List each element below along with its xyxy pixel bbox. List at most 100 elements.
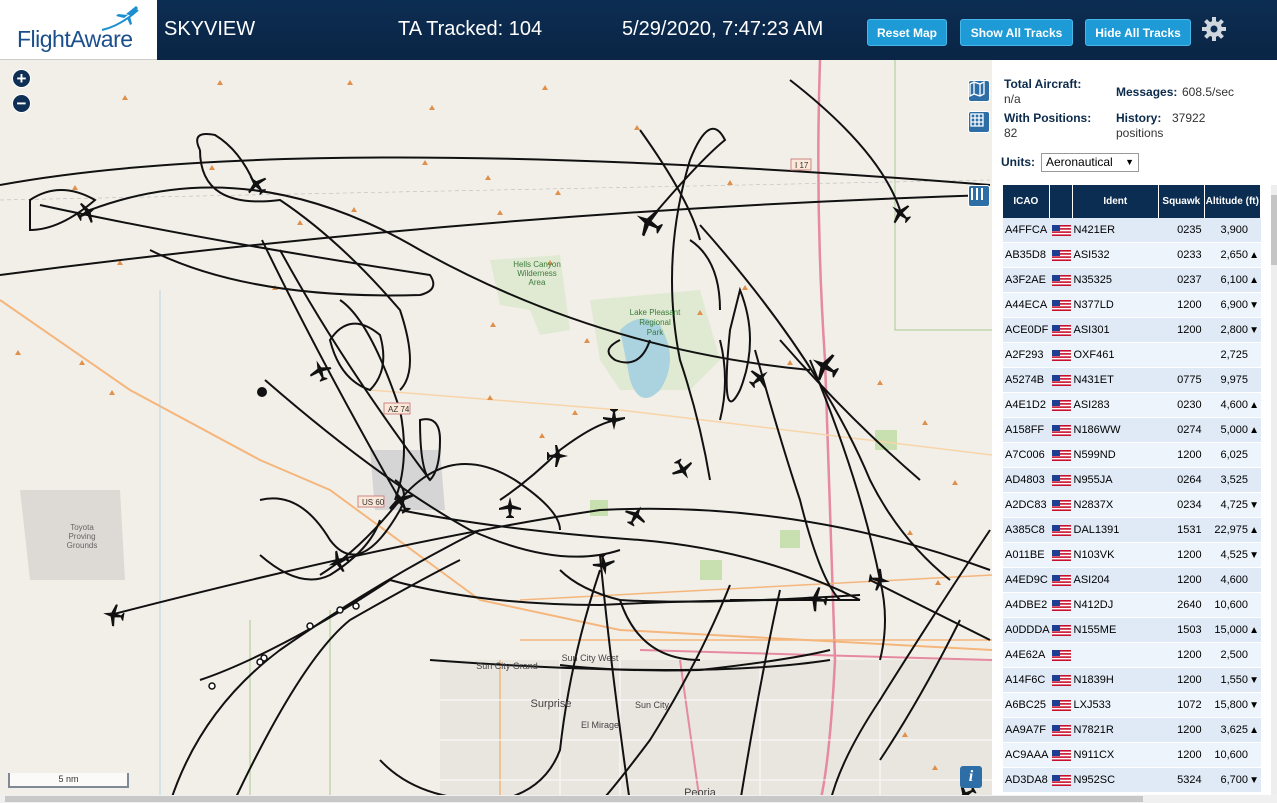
label-az74: AZ 74 [388,405,410,414]
altitude-value: 5,000 [1220,424,1248,436]
panel-scrollbar-thumb[interactable] [1271,195,1277,265]
cell-flag [1049,343,1073,368]
cell-icao: AA9A7F [1003,718,1050,743]
table-row[interactable]: A3F2AE N35325 0237 6,100▲ [1003,268,1261,293]
cell-flag [1049,243,1073,268]
page-horizontal-scrollbar-thumb[interactable] [5,796,1143,802]
cell-squawk: 1200 [1159,743,1205,768]
us-flag-icon [1051,774,1071,786]
page-horizontal-scrollbar[interactable] [0,795,1277,803]
chevron-down-icon: ▼ [1125,157,1134,167]
cell-icao: A2DC83 [1003,493,1050,518]
panel-scrollbar[interactable] [1271,185,1277,803]
cell-icao: A011BE [1003,543,1050,568]
cell-altitude: 3,900 [1204,218,1261,243]
cell-altitude: 4,600 [1204,568,1261,593]
map-view[interactable]: Hells Canyon Wilderness Area Lake Pleasa… [0,60,992,803]
cell-squawk: 1503 [1159,618,1205,643]
us-flag-icon [1051,449,1071,461]
history-label: History: [1116,111,1162,125]
cell-altitude: 6,100▲ [1204,268,1261,293]
cell-ident: N377LD [1072,293,1160,318]
table-row[interactable]: A4ED9C ASI204 1200 4,600 [1003,568,1261,593]
table-row[interactable]: A2F293 OXF461 2,725 [1003,343,1261,368]
us-flag-icon [1051,424,1071,436]
cell-altitude: 3,525 [1204,468,1261,493]
table-row[interactable]: A4E1D2 ASI283 0230 4,600▲ [1003,393,1261,418]
table-row[interactable]: AA9A7F N7821R 1200 3,625▲ [1003,718,1261,743]
cell-flag [1049,268,1073,293]
table-row[interactable]: A6BC25 LXJ533 1072 15,800▼ [1003,693,1261,718]
label-regional: Regional [639,318,671,327]
altitude-trend-icon: ▲ [1249,625,1259,636]
table-row[interactable]: A4E62A 1200 2,500 [1003,643,1261,668]
table-row[interactable]: AC9AAA N911CX 1200 10,600 [1003,743,1261,768]
us-flag-icon [1051,399,1071,411]
label-el-mirage: El Mirage [581,720,619,730]
col-ident[interactable]: Ident [1072,185,1160,218]
cell-icao: AD4803 [1003,468,1050,493]
column-toggle-button[interactable] [968,185,990,207]
units-dropdown[interactable]: Aeronautical ▼ [1041,153,1139,172]
altitude-trend-icon: ▲ [1249,400,1259,411]
cell-icao: ACE0DF [1003,318,1050,343]
cell-squawk: 0235 [1159,218,1205,243]
cell-squawk [1159,343,1205,368]
table-row[interactable]: A44ECA N377LD 1200 6,900▼ [1003,293,1261,318]
table-row[interactable]: A7C006 N599ND 1200 6,025 [1003,443,1261,468]
table-row[interactable]: ACE0DF ASI301 1200 2,800▼ [1003,318,1261,343]
cell-ident: N35325 [1072,268,1160,293]
table-row[interactable]: A14F6C N1839H 1200 1,550▼ [1003,668,1261,693]
table-row[interactable]: AD3DA8 N952SC 5324 6,700▼ [1003,768,1261,793]
cell-icao: A2F293 [1003,343,1050,368]
table-row[interactable]: A4FFCA N421ER 0235 3,900 [1003,218,1261,243]
altitude-trend-icon: ▼ [1249,675,1259,686]
messages-label: Messages: [1116,85,1178,99]
flightaware-logo[interactable]: FlightAware [0,0,157,60]
zoom-out-button[interactable]: − [12,94,31,113]
cell-icao: A4DBE2 [1003,593,1050,618]
table-row[interactable]: AD4803 N955JA 0264 3,525 [1003,468,1261,493]
cell-flag [1049,718,1073,743]
cell-icao: A158FF [1003,418,1050,443]
cell-flag [1049,418,1073,443]
label-area: Area [529,278,546,287]
table-row[interactable]: A4DBE2 N412DJ 2640 10,600 [1003,593,1261,618]
current-datetime: 5/29/2020, 7:47:23 AM [622,18,824,40]
table-row[interactable]: A2DC83 N2837X 0234 4,725▼ [1003,493,1261,518]
table-row[interactable]: A385C8 DAL1391 1531 22,975▲ [1003,518,1261,543]
reset-map-button[interactable]: Reset Map [867,19,947,46]
cell-altitude: 15,000▲ [1204,618,1261,643]
label-wilderness: Wilderness [517,269,557,278]
map-layers-button[interactable] [968,80,990,102]
grid-toggle-button[interactable] [968,111,990,133]
table-row[interactable]: A0DDDA N155ME 1503 15,000▲ [1003,618,1261,643]
label-park: Park [647,328,664,337]
table-row[interactable]: A011BE N103VK 1200 4,525▼ [1003,543,1261,568]
cell-ident: LXJ533 [1072,693,1160,718]
table-row[interactable]: A5274B N431ET 0775 9,975 [1003,368,1261,393]
col-flag[interactable] [1049,185,1073,218]
col-altitude[interactable]: Altitude (ft) [1204,185,1261,218]
cell-altitude: 2,800▼ [1204,318,1261,343]
cell-squawk: 1531 [1159,518,1205,543]
table-row[interactable]: A158FF N186WW 0274 5,000▲ [1003,418,1261,443]
col-icao[interactable]: ICAO [1003,185,1050,218]
table-row[interactable]: AB35D8 ASI532 0233 2,650▲ [1003,243,1261,268]
us-flag-icon [1051,624,1071,636]
cell-ident: N1839H [1072,668,1160,693]
cell-ident: N599ND [1072,443,1160,468]
label-hells-canyon: Hells Canyon [513,260,561,269]
info-button[interactable]: i [960,766,982,788]
cell-flag [1049,493,1073,518]
col-squawk[interactable]: Squawk [1159,185,1205,218]
gear-icon[interactable] [1201,16,1227,42]
show-all-tracks-button[interactable]: Show All Tracks [960,19,1073,46]
cell-altitude: 4,600▲ [1204,393,1261,418]
altitude-trend-icon: ▲ [1249,250,1259,261]
zoom-in-button[interactable]: + [12,69,31,88]
units-selected-value: Aeronautical [1046,155,1113,169]
cell-ident [1072,643,1160,668]
hide-all-tracks-button[interactable]: Hide All Tracks [1085,19,1191,46]
cell-ident: ASI283 [1072,393,1160,418]
